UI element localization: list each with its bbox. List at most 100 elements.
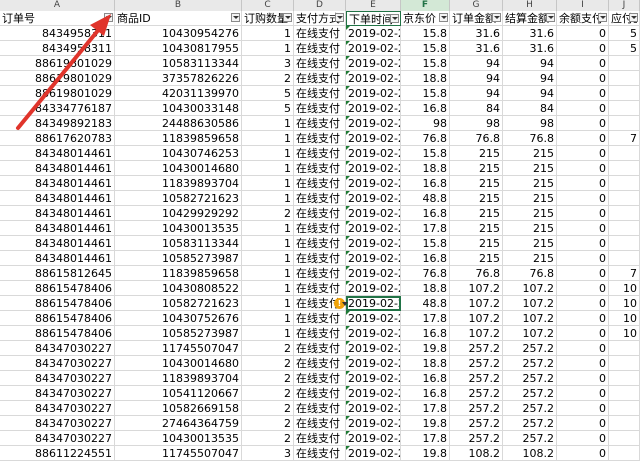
table-cell[interactable]: 在线支付 <box>294 161 346 176</box>
table-cell[interactable]: 94 <box>450 56 503 71</box>
table-cell[interactable]: 在线支付 <box>294 86 346 101</box>
table-cell[interactable]: 0 <box>557 311 609 326</box>
table-cell[interactable]: 2019-02-2 <box>346 71 401 86</box>
table-cell[interactable]: 0 <box>557 296 609 311</box>
table-cell[interactable]: 31.6 <box>503 26 557 41</box>
table-cell[interactable]: 2019-02-2 <box>346 161 401 176</box>
table-cell[interactable]: 2 <box>242 431 294 446</box>
table-cell[interactable]: 在线支付 <box>294 326 346 341</box>
filter-dropdown-icon[interactable] <box>390 14 399 23</box>
table-cell[interactable]: 0 <box>557 371 609 386</box>
table-cell[interactable]: 15.8 <box>401 86 450 101</box>
filter-dropdown-icon[interactable] <box>439 13 448 22</box>
table-cell[interactable]: 11745507047 <box>115 446 242 461</box>
table-cell[interactable]: 257.2 <box>503 341 557 356</box>
table-cell[interactable]: 10 <box>609 296 640 311</box>
table-cell[interactable]: 1 <box>242 26 294 41</box>
filter-dropdown-icon[interactable] <box>598 13 607 22</box>
table-cell[interactable]: 2019-02-2 <box>346 206 401 221</box>
table-cell[interactable]: 94 <box>503 56 557 71</box>
table-cell[interactable]: 31.6 <box>503 41 557 56</box>
table-cell[interactable]: 84348014461 <box>0 176 115 191</box>
table-cell[interactable]: 2 <box>242 356 294 371</box>
table-cell[interactable]: 3 <box>242 56 294 71</box>
table-cell[interactable]: 10583113344 <box>115 236 242 251</box>
table-cell[interactable]: 76.8 <box>401 266 450 281</box>
table-cell[interactable]: 257.2 <box>503 416 557 431</box>
table-cell[interactable]: 在线支付 <box>294 56 346 71</box>
header-cell[interactable]: 订购数量 <box>242 11 294 26</box>
table-cell[interactable]: 88615478406 <box>0 296 115 311</box>
table-cell[interactable]: 10585273987 <box>115 251 242 266</box>
table-cell[interactable]: 2019-02-2 <box>346 86 401 101</box>
table-cell[interactable]: 257.2 <box>450 341 503 356</box>
table-cell[interactable]: 1 <box>242 296 294 311</box>
table-cell[interactable]: 98 <box>450 116 503 131</box>
table-cell[interactable]: 8434958311 <box>0 26 115 41</box>
table-cell[interactable]: 10430033148 <box>115 101 242 116</box>
table-cell[interactable]: 2 <box>242 71 294 86</box>
table-cell[interactable]: 76.8 <box>401 131 450 146</box>
table-cell[interactable]: 5 <box>609 26 640 41</box>
table-cell[interactable]: 84348014461 <box>0 206 115 221</box>
table-cell[interactable]: 0 <box>557 221 609 236</box>
table-cell[interactable]: 108.2 <box>450 446 503 461</box>
table-cell[interactable]: 0 <box>557 101 609 116</box>
table-cell[interactable]: 在线支付 <box>294 191 346 206</box>
column-letter-I[interactable]: I <box>557 0 609 11</box>
table-cell[interactable]: 2019-02-2 <box>346 431 401 446</box>
table-cell[interactable]: 215 <box>450 191 503 206</box>
table-cell[interactable]: 18.8 <box>401 71 450 86</box>
table-cell[interactable]: 2019-02-2 <box>346 281 401 296</box>
table-cell[interactable]: 10430014680 <box>115 161 242 176</box>
chevron-down-icon[interactable] <box>342 302 348 306</box>
table-cell[interactable]: 在线支付 <box>294 146 346 161</box>
table-cell[interactable]: 0 <box>557 131 609 146</box>
table-cell[interactable]: 0 <box>557 116 609 131</box>
table-cell[interactable]: 10582721623 <box>115 296 242 311</box>
column-letter-H[interactable]: H <box>503 0 557 11</box>
table-cell[interactable]: 215 <box>503 236 557 251</box>
table-cell[interactable]: 257.2 <box>450 431 503 446</box>
table-cell[interactable]: 257.2 <box>450 416 503 431</box>
table-cell[interactable]: 10 <box>609 326 640 341</box>
table-cell[interactable]: 在线支付 <box>294 356 346 371</box>
table-cell[interactable]: 1 <box>242 311 294 326</box>
table-cell[interactable]: 94 <box>450 86 503 101</box>
table-cell[interactable]: 84347030227 <box>0 416 115 431</box>
table-cell[interactable]: 19.8 <box>401 416 450 431</box>
filter-dropdown-icon[interactable] <box>546 13 555 22</box>
table-cell[interactable]: 84347030227 <box>0 356 115 371</box>
table-cell[interactable]: 2019-02-2 <box>346 41 401 56</box>
table-cell[interactable]: 215 <box>450 221 503 236</box>
header-cell[interactable]: 商品ID <box>115 11 242 26</box>
table-cell[interactable]: 107.2 <box>503 311 557 326</box>
table-cell[interactable]: 10541120667 <box>115 386 242 401</box>
table-cell[interactable] <box>609 446 640 461</box>
column-letter-J[interactable]: J <box>609 0 640 11</box>
table-cell[interactable]: 0 <box>557 341 609 356</box>
table-cell[interactable] <box>609 416 640 431</box>
table-cell[interactable]: 215 <box>503 221 557 236</box>
table-cell[interactable]: 88615812645 <box>0 266 115 281</box>
table-cell[interactable]: 16.8 <box>401 251 450 266</box>
table-cell[interactable]: 257.2 <box>503 371 557 386</box>
table-cell[interactable]: 16.8 <box>401 101 450 116</box>
table-cell[interactable]: 215 <box>503 206 557 221</box>
table-cell[interactable]: 16.8 <box>401 371 450 386</box>
table-cell[interactable]: 76.8 <box>450 131 503 146</box>
table-cell[interactable]: 5 <box>609 41 640 56</box>
table-cell[interactable]: 107.2 <box>450 296 503 311</box>
table-cell[interactable]: 2019-02-2 <box>346 236 401 251</box>
table-cell[interactable]: 0 <box>557 86 609 101</box>
table-cell[interactable]: 2019-02-2 <box>346 416 401 431</box>
table-cell[interactable]: 2019-02-2 <box>346 221 401 236</box>
table-cell[interactable]: 在线支付 <box>294 416 346 431</box>
table-cell[interactable]: 1 <box>242 131 294 146</box>
table-cell[interactable]: 15.8 <box>401 146 450 161</box>
table-cell[interactable]: 1 <box>242 326 294 341</box>
table-cell[interactable]: 2019-02-2 <box>346 341 401 356</box>
table-cell[interactable]: 2019-02-2 <box>346 356 401 371</box>
table-cell[interactable]: 在线支付 <box>294 71 346 86</box>
table-cell[interactable]: 在线支付 <box>294 116 346 131</box>
